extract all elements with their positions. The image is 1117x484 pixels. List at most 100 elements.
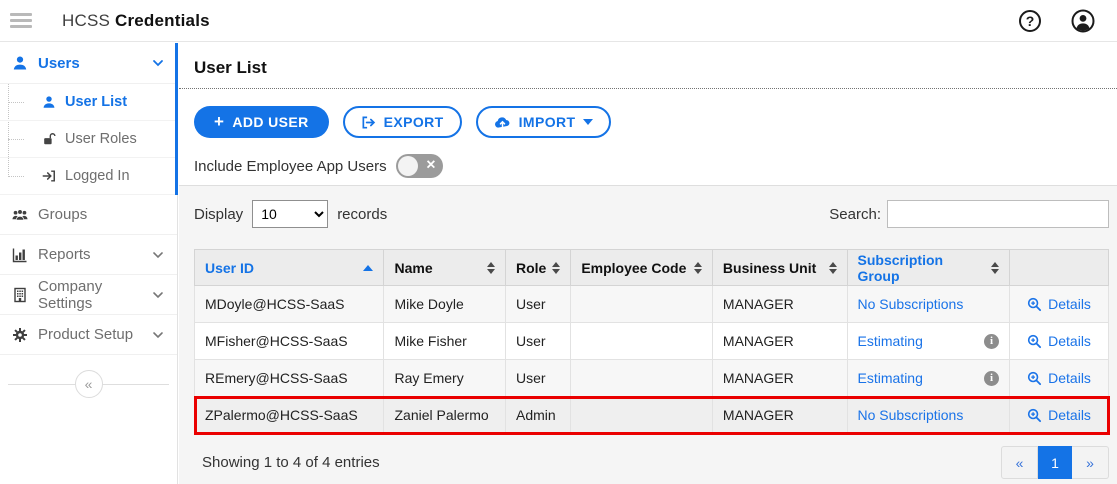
cell-name: Zaniel Palermo: [383, 396, 506, 434]
sidebar-item-user-roles[interactable]: User Roles: [0, 121, 177, 158]
add-user-button[interactable]: + ADD USER: [194, 106, 329, 138]
cell-role: User: [504, 285, 572, 323]
chevron-down-icon: [153, 251, 163, 258]
page-1-button[interactable]: 1: [1038, 446, 1072, 479]
sidebar-item-label: Logged In: [65, 168, 130, 184]
column-header-subscription-group[interactable]: Subscription Group: [846, 249, 1011, 286]
sidebar-item-product-setup[interactable]: Product Setup: [0, 315, 177, 355]
display-label: Display: [194, 205, 244, 223]
column-header-employee-code[interactable]: Employee Code: [570, 249, 713, 286]
sidebar-group-users: Users User List User Roles Logged In: [0, 43, 178, 195]
sidebar-item-logged-in[interactable]: Logged In: [0, 158, 177, 195]
table-panel: Display 10 records Search: User ID Name …: [179, 185, 1117, 484]
cell-role: User: [504, 359, 572, 397]
export-icon: [362, 116, 375, 128]
export-button[interactable]: EXPORT: [342, 106, 462, 138]
include-employee-app-users-toggle[interactable]: ×: [395, 154, 443, 178]
subscription-link[interactable]: Estimating: [858, 370, 923, 386]
details-link[interactable]: Details: [1048, 370, 1091, 386]
sidebar-item-label: Reports: [38, 246, 91, 263]
records-label: records: [337, 205, 388, 223]
sidebar-item-reports[interactable]: Reports: [0, 235, 177, 275]
chevron-down-icon: [153, 60, 163, 67]
sidebar-item-label: Company Settings: [38, 277, 103, 312]
zoom-in-icon: [1028, 371, 1042, 385]
search-input[interactable]: [887, 200, 1109, 228]
table-row: REmery@HCSS-SaaS Ray Emery User MANAGER …: [193, 359, 1109, 397]
gear-icon: [13, 327, 27, 342]
sidebar-item-user-list[interactable]: User List: [0, 84, 177, 121]
groups-icon: [12, 208, 28, 221]
import-button[interactable]: IMPORT: [475, 106, 612, 138]
sidebar-item-groups[interactable]: Groups: [0, 195, 177, 235]
menu-icon[interactable]: [10, 10, 32, 31]
page-title-section: User List: [179, 43, 1117, 89]
collapse-sidebar-button[interactable]: «: [74, 370, 103, 398]
column-header-name[interactable]: Name: [383, 249, 506, 286]
display-records-control: Display 10 records: [194, 200, 387, 228]
previous-icon: «: [1015, 454, 1024, 471]
cell-user-id: MFisher@HCSS-SaaS: [193, 322, 385, 360]
details-link[interactable]: Details: [1048, 296, 1091, 312]
cell-business-unit: MANAGER: [711, 396, 848, 434]
search-control: Search:: [829, 200, 1109, 228]
cell-details: Details: [1009, 322, 1109, 360]
zoom-in-icon: [1028, 334, 1042, 348]
table-controls: Display 10 records Search:: [194, 200, 1109, 228]
cell-name: Mike Fisher: [383, 322, 506, 360]
sort-asc-icon: [363, 264, 374, 271]
cell-subscription-group: Estimating i: [846, 359, 1011, 397]
column-header-user-id[interactable]: User ID: [193, 249, 385, 286]
cell-user-id: MDoyle@HCSS-SaaS: [193, 285, 385, 323]
user-icon: [13, 56, 27, 70]
info-icon[interactable]: i: [984, 333, 1000, 349]
cloud-upload-icon: [494, 116, 510, 128]
column-header-business-unit[interactable]: Business Unit: [711, 249, 848, 286]
previous-page-button[interactable]: «: [1001, 446, 1038, 479]
sort-icon: [991, 261, 1000, 274]
chevron-down-icon: [153, 331, 163, 338]
bar-chart-icon: [12, 248, 27, 262]
cell-employee-code: [570, 396, 713, 434]
details-link[interactable]: Details: [1048, 333, 1091, 349]
collapse-icon: «: [84, 376, 93, 392]
cell-business-unit: MANAGER: [711, 322, 848, 360]
details-link[interactable]: Details: [1048, 407, 1091, 423]
sidebar-item-users[interactable]: Users: [0, 43, 177, 84]
sidebar-item-label: User List: [65, 94, 128, 110]
cell-employee-code: [570, 359, 713, 397]
cell-subscription-group: No Subscriptions: [846, 396, 1011, 434]
cell-business-unit: MANAGER: [711, 359, 848, 397]
sidebar: Users User List User Roles Logged In Gro…: [0, 43, 178, 484]
zoom-in-icon: [1028, 408, 1042, 422]
next-page-button[interactable]: »: [1072, 446, 1109, 479]
sidebar-collapse: «: [0, 369, 177, 399]
account-icon[interactable]: [1071, 9, 1095, 33]
sidebar-item-label: Groups: [38, 206, 88, 223]
subscription-link[interactable]: Estimating: [858, 333, 923, 349]
subscription-link[interactable]: No Subscriptions: [858, 296, 964, 312]
plus-icon: +: [214, 112, 225, 131]
actions-row: + ADD USER EXPORT IMPORT: [194, 106, 1109, 138]
column-header-role[interactable]: Role: [504, 249, 572, 286]
info-icon[interactable]: i: [984, 370, 1000, 386]
sort-icon: [486, 261, 495, 274]
table-header-row: User ID Name Role Employee Code Business…: [193, 249, 1109, 286]
user-icon: [43, 96, 55, 108]
table-row: MFisher@HCSS-SaaS Mike Fisher User MANAG…: [193, 322, 1109, 360]
zoom-in-icon: [1028, 297, 1042, 311]
sidebar-item-company-settings[interactable]: Company Settings: [0, 275, 177, 315]
toggle-off-icon: ×: [426, 156, 436, 174]
subscription-link[interactable]: No Subscriptions: [858, 407, 964, 423]
user-table: User ID Name Role Employee Code Business…: [193, 249, 1110, 435]
sort-icon: [828, 261, 837, 274]
sort-icon: [693, 261, 702, 274]
display-records-select[interactable]: 10: [252, 200, 329, 228]
sidebar-item-label: Product Setup: [38, 326, 134, 343]
page-title: User List: [194, 58, 267, 77]
table-footer: Showing 1 to 4 of 4 entries « 1 »: [194, 446, 1109, 479]
caret-down-icon: [583, 119, 594, 125]
cell-user-id: REmery@HCSS-SaaS: [193, 359, 385, 397]
help-icon[interactable]: ?: [1019, 9, 1041, 32]
sidebar-item-label: User Roles: [65, 131, 137, 147]
